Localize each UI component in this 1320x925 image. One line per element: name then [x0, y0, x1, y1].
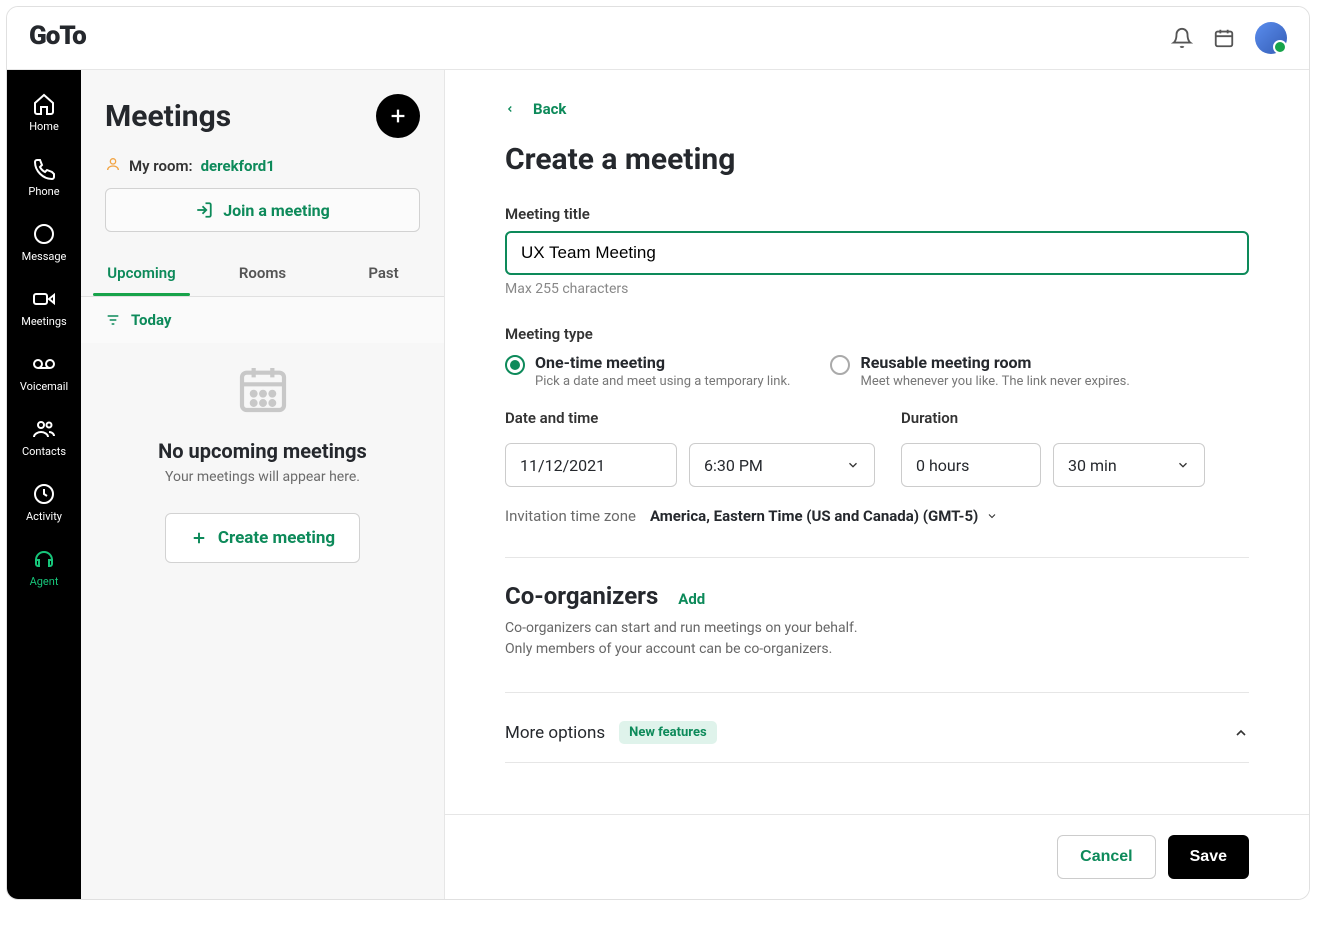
join-meeting-button[interactable]: Join a meeting: [105, 188, 420, 232]
nav-meetings[interactable]: Meetings: [7, 275, 81, 340]
timezone-select[interactable]: America, Eastern Time (US and Canada) (G…: [650, 507, 998, 525]
nav-rail: Home Phone Message Meetings Voicemail Co…: [7, 70, 81, 899]
goto-logo: GoTo: [29, 21, 86, 55]
save-button[interactable]: Save: [1168, 835, 1249, 879]
message-icon: [32, 222, 56, 246]
nav-contacts-label: Contacts: [22, 445, 66, 458]
date-input[interactable]: 11/12/2021: [505, 443, 677, 487]
type-label: Meeting type: [505, 325, 1249, 343]
radio-one-time[interactable]: One-time meeting Pick a date and meet us…: [505, 353, 790, 389]
phone-icon: [32, 157, 56, 181]
nav-message-label: Message: [22, 250, 67, 263]
form-footer: Cancel Save: [445, 814, 1309, 899]
person-icon: [105, 156, 121, 176]
bell-icon[interactable]: [1171, 27, 1193, 49]
topbar: GoTo: [7, 7, 1309, 70]
voicemail-icon: [32, 352, 56, 376]
nav-message[interactable]: Message: [7, 210, 81, 275]
chevron-up-icon: [1233, 725, 1249, 741]
nav-home-label: Home: [29, 120, 59, 133]
today-label: Today: [131, 311, 171, 329]
nav-activity[interactable]: Activity: [7, 470, 81, 535]
nav-agent-label: Agent: [30, 575, 59, 588]
contacts-icon: [32, 417, 56, 441]
new-features-badge: New features: [619, 721, 716, 744]
coorganizers-desc: Co-organizers can start and run meetings…: [505, 618, 1249, 660]
chevron-left-icon: [505, 102, 515, 116]
nav-meetings-label: Meetings: [21, 315, 66, 328]
activity-icon: [32, 482, 56, 506]
title-hint: Max 255 characters: [505, 281, 1249, 297]
home-icon: [32, 92, 56, 116]
radio-one-title: One-time meeting: [535, 353, 790, 372]
radio-reuse-title: Reusable meeting room: [860, 353, 1129, 372]
nav-phone-label: Phone: [28, 185, 59, 198]
back-link[interactable]: Back: [505, 100, 566, 118]
nav-voicemail-label: Voicemail: [20, 380, 68, 393]
detail-panel: Back Create a meeting Meeting title Max …: [445, 70, 1309, 899]
join-meeting-label: Join a meeting: [223, 201, 330, 220]
nav-agent[interactable]: Agent: [7, 535, 81, 600]
new-meeting-button[interactable]: [376, 94, 420, 138]
nav-phone[interactable]: Phone: [7, 145, 81, 210]
duration-label: Duration: [901, 409, 1205, 427]
headset-icon: [32, 547, 56, 571]
meetings-title: Meetings: [105, 99, 231, 134]
more-options-toggle[interactable]: More options New features: [505, 717, 1249, 748]
time-select[interactable]: 6:30 PM: [689, 443, 875, 487]
filter-icon: [105, 312, 121, 328]
chevron-down-icon: [1176, 458, 1190, 472]
timezone-label: Invitation time zone: [505, 507, 636, 525]
create-meeting-button[interactable]: Create meeting: [165, 513, 360, 563]
myroom-id[interactable]: derekford1: [201, 157, 275, 175]
calendar-icon[interactable]: [1213, 27, 1235, 49]
enter-icon: [195, 201, 213, 219]
radio-one-sub: Pick a date and meet using a temporary l…: [535, 374, 790, 389]
calendar-empty-icon: [235, 361, 291, 421]
nav-contacts[interactable]: Contacts: [7, 405, 81, 470]
chevron-down-icon: [986, 510, 998, 522]
today-filter[interactable]: Today: [81, 297, 444, 343]
back-label: Back: [533, 100, 566, 118]
cancel-button[interactable]: Cancel: [1057, 835, 1155, 879]
radio-reuse-sub: Meet whenever you like. The link never e…: [860, 374, 1129, 389]
add-coorganizer-link[interactable]: Add: [678, 590, 705, 608]
video-icon: [32, 287, 56, 311]
nav-voicemail[interactable]: Voicemail: [7, 340, 81, 405]
empty-subtitle: Your meetings will appear here.: [165, 469, 360, 485]
chevron-down-icon: [846, 458, 860, 472]
more-options-label: More options: [505, 723, 605, 743]
datetime-label: Date and time: [505, 409, 875, 427]
radio-unselected-icon: [830, 355, 850, 375]
meetings-panel: Meetings My room: derekford1 Join a meet…: [81, 70, 445, 899]
tab-past[interactable]: Past: [323, 250, 444, 296]
tab-upcoming[interactable]: Upcoming: [81, 250, 202, 296]
radio-selected-icon: [505, 355, 525, 375]
radio-reusable[interactable]: Reusable meeting room Meet whenever you …: [830, 353, 1129, 389]
nav-home[interactable]: Home: [7, 80, 81, 145]
meeting-title-input[interactable]: [505, 231, 1249, 275]
plus-icon: [190, 529, 208, 547]
myroom-label: My room:: [129, 157, 193, 175]
tab-rooms[interactable]: Rooms: [202, 250, 323, 296]
page-title: Create a meeting: [505, 142, 1249, 177]
coorganizers-title: Co-organizers: [505, 582, 658, 610]
create-meeting-label: Create meeting: [218, 528, 335, 548]
hours-select[interactable]: 0 hours: [901, 443, 1041, 487]
minutes-select[interactable]: 30 min: [1053, 443, 1205, 487]
avatar[interactable]: [1255, 22, 1287, 54]
empty-title: No upcoming meetings: [158, 439, 367, 463]
nav-activity-label: Activity: [26, 510, 62, 523]
title-label: Meeting title: [505, 205, 1249, 223]
